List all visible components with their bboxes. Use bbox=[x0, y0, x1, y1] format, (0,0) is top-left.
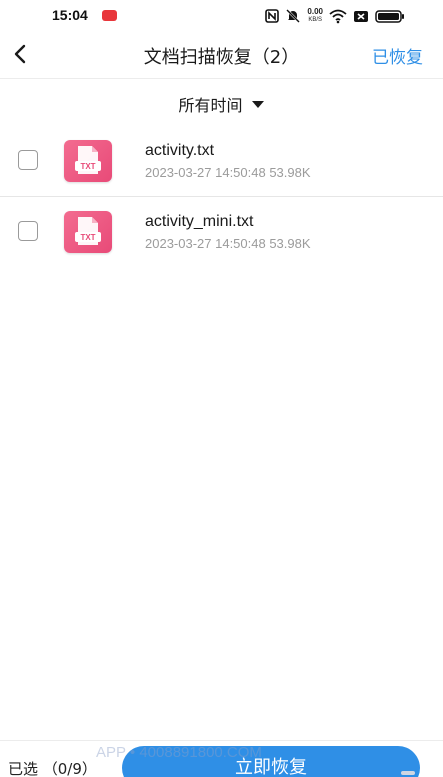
nfc-icon bbox=[265, 8, 280, 24]
file-list: TXT activity.txt 2023-03-27 14:50:48 53.… bbox=[0, 126, 443, 267]
corner-mark bbox=[401, 771, 415, 775]
status-icons: 0.00 KB/S bbox=[265, 7, 405, 25]
file-meta: 2023-03-27 14:50:48 53.98K bbox=[145, 165, 311, 180]
time-filter-dropdown[interactable]: 所有时间 bbox=[0, 92, 443, 116]
file-checkbox[interactable] bbox=[18, 150, 38, 170]
network-speed-unit: KB/S bbox=[308, 17, 323, 23]
battery-icon bbox=[375, 8, 405, 24]
selected-count: 已选 （0/9） bbox=[8, 760, 97, 777]
wifi-icon bbox=[329, 8, 347, 24]
txt-file-icon: TXT bbox=[64, 140, 112, 182]
screen: 15:04 0.00 KB/S 文档扫描恢复（2） 已恢复 所有时间 TXT a… bbox=[0, 0, 443, 777]
network-speed-value: 0.00 bbox=[307, 7, 323, 16]
recovered-button[interactable]: 已恢复 bbox=[372, 43, 423, 68]
network-speed: 0.00 KB/S bbox=[307, 8, 323, 24]
sim-disabled-icon bbox=[353, 8, 369, 24]
file-checkbox[interactable] bbox=[18, 221, 38, 241]
recover-now-button[interactable]: 立即恢复 bbox=[122, 746, 420, 777]
txt-file-icon: TXT bbox=[64, 211, 112, 253]
caret-down-icon bbox=[251, 101, 264, 108]
file-row[interactable]: TXT activity.txt 2023-03-27 14:50:48 53.… bbox=[0, 126, 443, 197]
file-meta: 2023-03-27 14:50:48 53.98K bbox=[145, 236, 311, 251]
app-notification-icon bbox=[102, 10, 117, 21]
header: 文档扫描恢复（2） 已恢复 bbox=[0, 32, 443, 79]
time-filter-label: 所有时间 bbox=[178, 96, 243, 115]
mute-icon bbox=[285, 8, 301, 24]
file-row[interactable]: TXT activity_mini.txt 2023-03-27 14:50:4… bbox=[0, 197, 443, 267]
status-bar: 15:04 0.00 KB/S bbox=[0, 0, 443, 32]
file-name: activity.txt bbox=[145, 142, 215, 159]
status-time: 15:04 bbox=[52, 7, 88, 23]
txt-icon-label: TXT bbox=[80, 162, 95, 171]
file-name: activity_mini.txt bbox=[145, 213, 254, 230]
bottom-bar: 已选 （0/9） 立即恢复 bbox=[0, 740, 443, 777]
txt-icon-label: TXT bbox=[80, 233, 95, 242]
